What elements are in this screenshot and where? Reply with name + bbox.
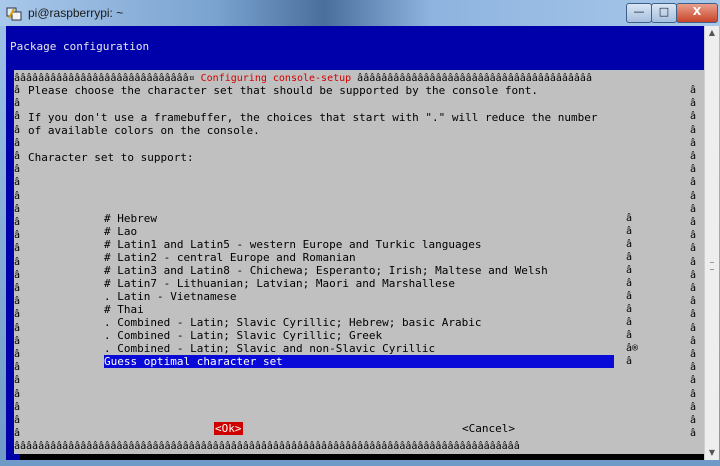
list-item[interactable]: # Lao [104, 225, 614, 238]
console-setup-dialog: âââââââââââââââââââââââââââââ¤ Configuri… [14, 70, 704, 454]
message-line-1: Please choose the character set that sho… [28, 84, 538, 97]
list-item[interactable]: . Combined - Latin; Slavic Cyrillic; Gre… [104, 329, 614, 342]
list-item[interactable]: # Latin7 - Lithuanian; Latvian; Maori an… [104, 277, 614, 290]
list-item[interactable]: . Combined - Latin; Slavic and non-Slavi… [104, 342, 614, 355]
list-item-selected[interactable]: Guess optimal character set [104, 355, 614, 368]
list-scroll-marker: â [626, 252, 633, 263]
list-scroll-marker: â [626, 330, 633, 341]
list-scroll-marker: â® [626, 343, 639, 354]
list-scroll-marker: â [626, 278, 633, 289]
list-item[interactable]: . Combined - Latin; Slavic Cyrillic; Heb… [104, 316, 614, 329]
dialog-left-border: â â â â â â â â â â â â â â â â â â â â … [14, 85, 21, 440]
dialog-shadow-bottom [20, 454, 704, 460]
list-scroll-marker: â [626, 213, 633, 224]
frame-top-left: âââââââââââââââââââââââââââââ¤ [14, 73, 201, 84]
putty-icon [6, 7, 22, 21]
cancel-button[interactable]: <Cancel> [462, 422, 515, 435]
list-item[interactable]: # Latin3 and Latin8 - Chichewa; Esperant… [104, 264, 614, 277]
list-item[interactable]: # Hebrew [104, 212, 614, 225]
list-item[interactable]: # Latin1 and Latin5 - western Europe and… [104, 238, 614, 251]
scroll-grip-icon[interactable] [710, 262, 714, 270]
list-scroll-marker: â [626, 304, 633, 315]
dialog-title: Configuring console-setup [200, 73, 352, 84]
terminal-area[interactable]: Package configuration ââââââââââââââââââ… [6, 26, 704, 460]
scroll-up-arrow-icon[interactable]: ▲ [705, 26, 719, 40]
window-title: pi@raspberrypi: ~ [28, 6, 124, 20]
list-scroll-marker: â [626, 265, 633, 276]
list-scroll-marker: â [626, 291, 633, 302]
list-item[interactable]: # Latin2 - central Europe and Romanian [104, 251, 614, 264]
dialog-bottom-border: ââââââââââââââââââââââââââââââââââââââââ… [14, 441, 520, 452]
list-scroll-marker: â [626, 317, 633, 328]
list-scroll-marker: â [626, 356, 633, 367]
package-configuration-title: Package configuration [10, 40, 150, 53]
charset-list[interactable]: # Hebrew # Lao # Latin1 and Latin5 - weste… [104, 212, 614, 398]
ok-button[interactable]: <Ok> [214, 422, 243, 435]
title-bar[interactable]: pi@raspberrypi: ~ — □ X [0, 0, 720, 26]
frame-top-right: âââââââââââââââââââââââââââââââââââââââ [351, 73, 592, 84]
minimize-button[interactable]: — [626, 3, 652, 23]
maximize-button[interactable]: □ [651, 3, 677, 23]
scroll-down-arrow-icon[interactable]: ▼ [705, 446, 719, 460]
list-item[interactable]: # Thai [104, 303, 614, 316]
vertical-scrollbar[interactable]: ▲ ▼ [704, 26, 719, 460]
dialog-right-border: â â â â â â â â â â â â â â â â â â â â … [690, 85, 697, 440]
terminal-window: pi@raspberrypi: ~ — □ X Package configur… [0, 0, 720, 466]
message-line-3: of available colors on the console. [28, 124, 260, 137]
list-scroll-marker: â [626, 226, 633, 237]
list-item[interactable]: . Latin - Vietnamese [104, 290, 614, 303]
list-scroll-marker: â [626, 239, 633, 250]
message-line-2: If you don't use a framebuffer, the choi… [28, 111, 598, 124]
prompt-label: Character set to support: [28, 151, 194, 164]
close-button[interactable]: X [676, 3, 718, 23]
